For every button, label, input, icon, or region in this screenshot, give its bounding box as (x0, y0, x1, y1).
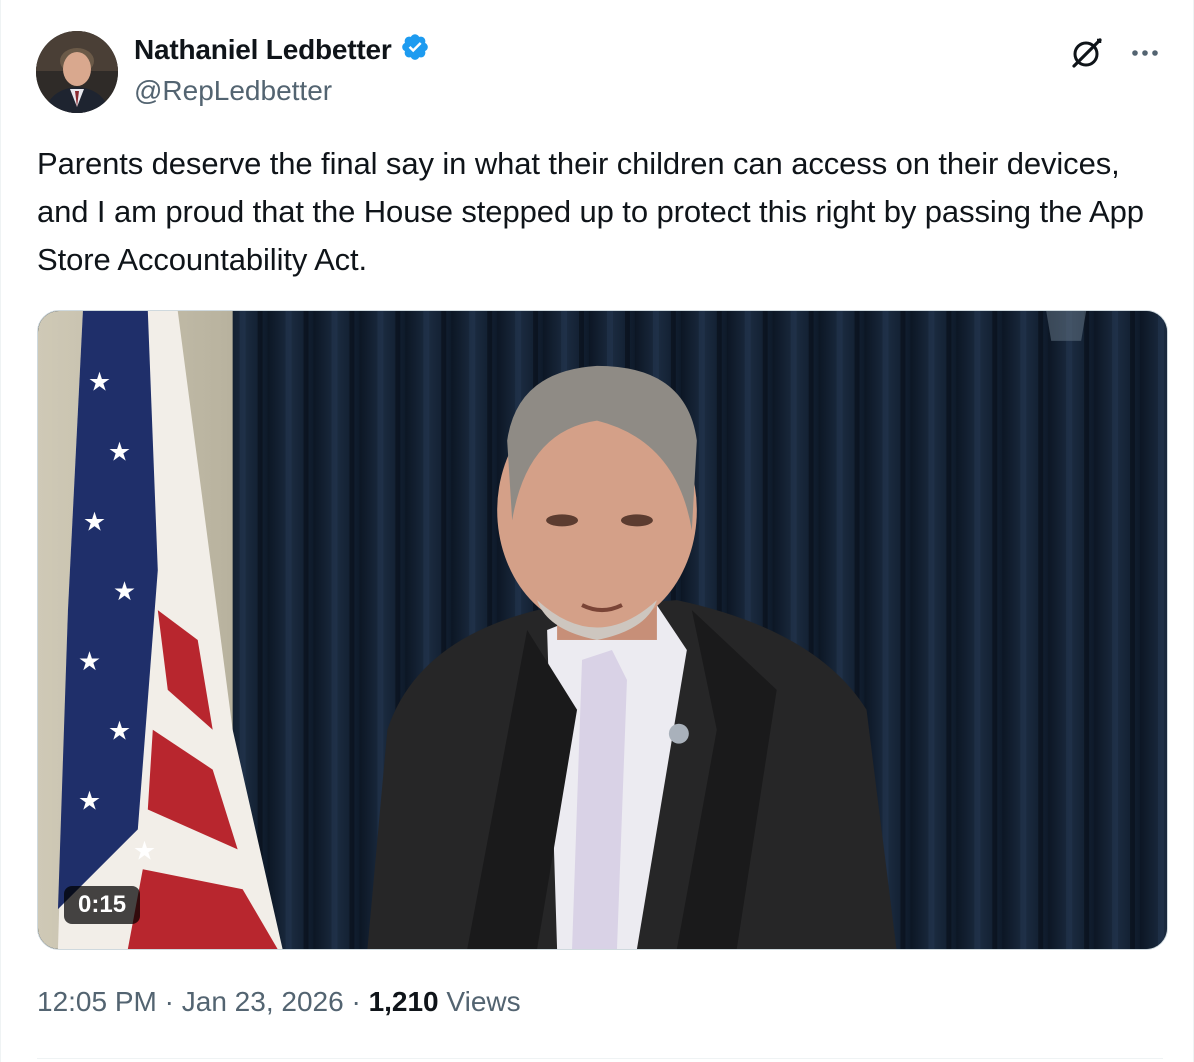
tweet-meta: 12:05 PM · Jan 23, 2026 · 1,210 Views (37, 986, 521, 1018)
tweet-time[interactable]: 12:05 PM (37, 986, 157, 1017)
tweet-date[interactable]: Jan 23, 2026 (182, 986, 344, 1017)
author-handle[interactable]: @RepLedbetter (134, 75, 332, 107)
views-count: 1,210 (368, 986, 439, 1017)
divider (37, 1058, 1163, 1059)
svg-text:★: ★ (113, 577, 136, 607)
svg-text:★: ★ (83, 507, 106, 537)
avatar-image (36, 31, 118, 113)
views-label: Views (446, 986, 521, 1017)
tweet-text: Parents deserve the final say in what th… (37, 146, 1144, 277)
verified-badge-icon (400, 32, 430, 67)
video-player[interactable]: ★ ★ ★ ★ ★ ★ ★ ★ 0:15 (37, 310, 1168, 950)
video-frame: ★ ★ ★ ★ ★ ★ ★ ★ (38, 311, 1167, 949)
video-duration-badge: 0:15 (64, 886, 141, 924)
more-horizontal-icon[interactable] (1127, 35, 1163, 71)
svg-text:★: ★ (133, 836, 156, 866)
author-name-row: Nathaniel Ledbetter (134, 32, 430, 67)
svg-text:★: ★ (108, 717, 131, 747)
author-display-name[interactable]: Nathaniel Ledbetter (134, 34, 392, 66)
grok-icon[interactable] (1067, 34, 1105, 72)
meta-separator: · (164, 986, 174, 1017)
top-actions (1067, 34, 1163, 72)
svg-text:★: ★ (108, 438, 131, 468)
meta-separator: · (351, 986, 361, 1017)
svg-text:★: ★ (88, 368, 111, 398)
svg-text:★: ★ (78, 647, 101, 677)
tweet-card: Nathaniel Ledbetter @RepLedbetter Parent… (0, 0, 1194, 1062)
avatar[interactable] (36, 31, 118, 113)
svg-text:★: ★ (78, 786, 101, 816)
